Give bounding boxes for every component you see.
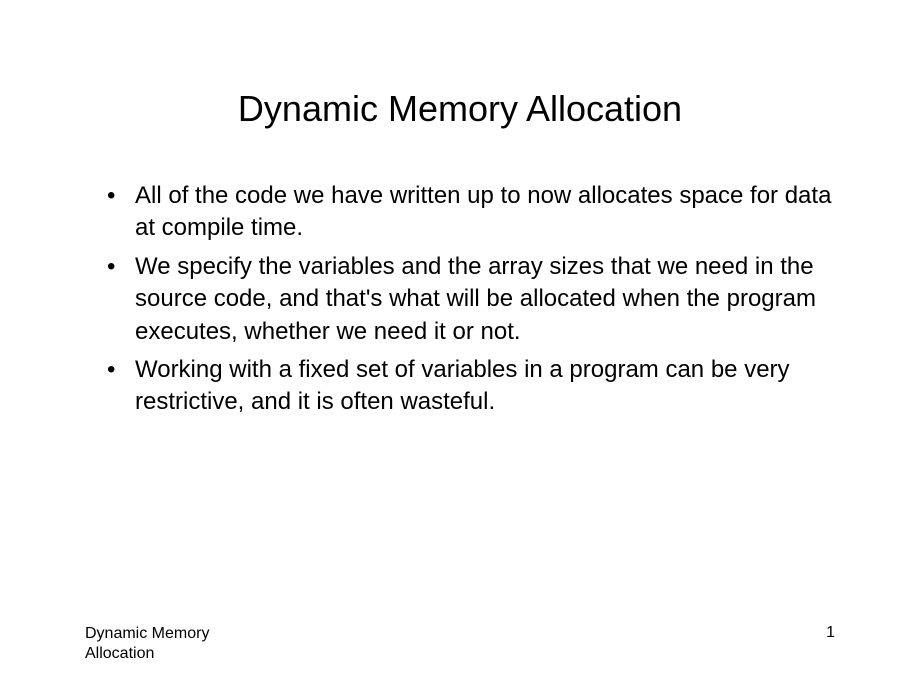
footer-page-number: 1 xyxy=(826,624,835,642)
bullet-item: All of the code we have written up to no… xyxy=(105,180,850,245)
slide-container: Dynamic Memory Allocation All of the cod… xyxy=(0,0,920,690)
slide-title: Dynamic Memory Allocation xyxy=(0,0,920,180)
bullet-item: We specify the variables and the array s… xyxy=(105,251,850,348)
bullet-list: All of the code we have written up to no… xyxy=(105,180,850,419)
slide-footer: Dynamic Memory Allocation 1 xyxy=(0,624,920,664)
slide-content: All of the code we have written up to no… xyxy=(0,180,920,419)
footer-topic: Dynamic Memory Allocation xyxy=(85,624,245,664)
bullet-item: Working with a fixed set of variables in… xyxy=(105,354,850,419)
